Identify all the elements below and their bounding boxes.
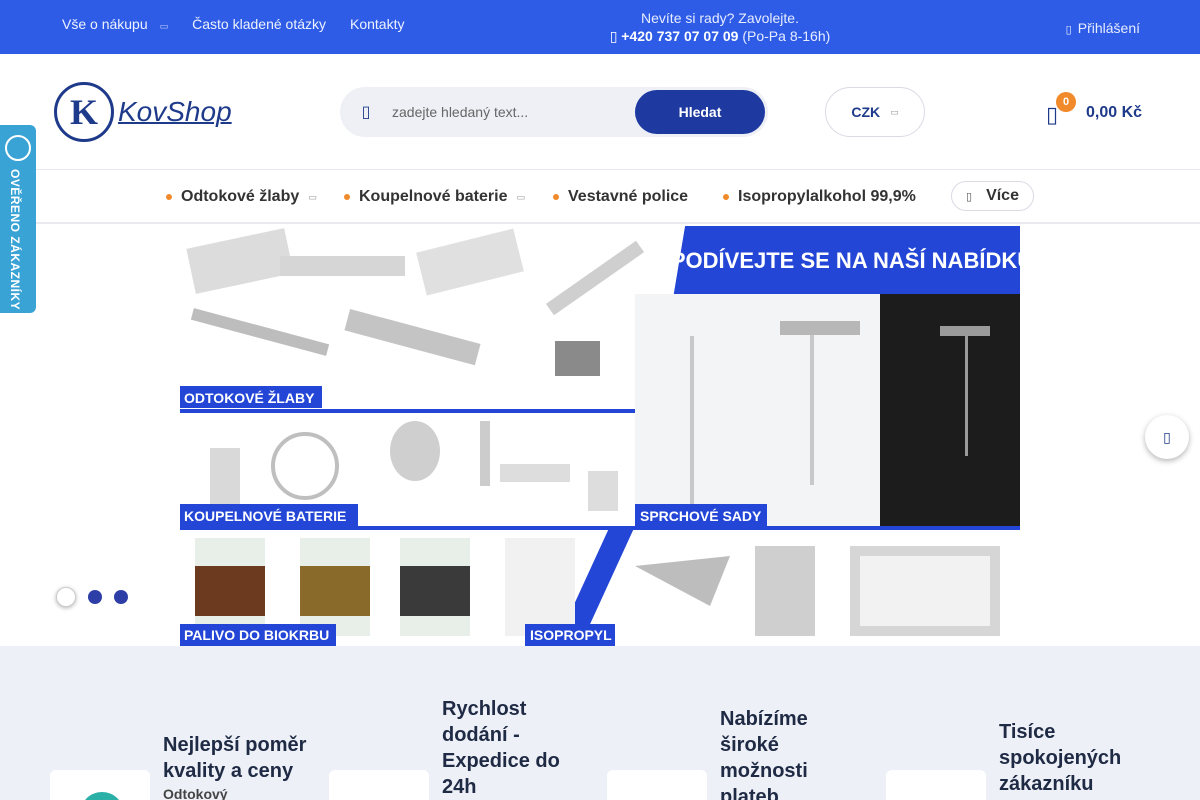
menu-item-label: Isopropylalkohol 99,9% [738, 188, 916, 205]
quality-icon [50, 770, 150, 800]
currency-select[interactable]: CZK ▭ [825, 87, 925, 137]
benefit-title: Tisíce spokojených zákazníku [999, 721, 1122, 795]
hero-banner: PODÍVEJTE SE NA NAŠÍ NABÍDKU ODTOKOVÉ ŽL… [0, 224, 1200, 646]
bullet-icon [553, 194, 559, 200]
cart-total: 0,00 Kč [1086, 104, 1143, 121]
help-question: Nevíte si rady? Zavolejte. [641, 10, 799, 26]
menu-item-label: Koupelnové baterie [359, 188, 508, 205]
chevron-right-icon: ▯ [1163, 428, 1171, 445]
slider-dot-1[interactable] [56, 587, 76, 607]
help-hours: (Po-Pa 8-16h) [742, 28, 831, 44]
banner-label-faucets: KOUPELNOVÉ BATERIE [184, 508, 346, 524]
help-phone[interactable]: +420 737 07 07 09 [621, 28, 738, 44]
menu-more-button[interactable]: ▯ Více [951, 181, 1034, 211]
search-button[interactable]: Hledat [635, 90, 765, 134]
payment-icon [607, 770, 707, 800]
top-nav-contacts[interactable]: Kontakty [350, 16, 404, 32]
menu-item-label: Vestavné police [568, 188, 689, 205]
menu-icon: ▯ [966, 190, 973, 203]
help-contact: Nevíte si rady? Zavolejte. ▯ +420 737 07… [560, 9, 880, 45]
bullet-icon [166, 194, 172, 200]
banner-label-biofuel: PALIVO DO BIOKRBU [184, 627, 329, 643]
bullet-icon [344, 194, 350, 200]
chevron-down-icon: ▭ [890, 106, 899, 117]
main-menu: Odtokové žlaby ▭ Koupelnové baterie ▭ Ve… [0, 170, 1200, 224]
search-icon: ▯ [361, 104, 371, 121]
cart-count-badge: 0 [1056, 92, 1076, 112]
cart-button[interactable]: ▯ 0 0,00 Kč [1046, 92, 1166, 132]
benefit-title: Nabízíme široké možnosti plateb [720, 708, 808, 800]
logo[interactable]: K KovShop [54, 82, 232, 142]
customers-icon [886, 770, 986, 800]
menu-item-drains[interactable]: Odtokové žlaby ▭ [166, 188, 317, 206]
currency-value: CZK [851, 104, 881, 120]
benefit-title: Rychlost dodání - Expedice do 24h [442, 698, 560, 798]
search-input[interactable] [392, 104, 635, 120]
slider-dot-3[interactable] [114, 590, 128, 604]
banner-image[interactable]: PODÍVEJTE SE NA NAŠÍ NABÍDKU ODTOKOVÉ ŽL… [180, 226, 1020, 646]
slider-next-button[interactable]: ▯ [1145, 415, 1189, 459]
chevron-down-icon: ▭ [159, 21, 169, 31]
menu-item-isopropyl[interactable]: Isopropylalkohol 99,9% [723, 188, 916, 206]
top-nav-faq[interactable]: Často kladené otázky [192, 16, 326, 32]
top-nav-shopping-info-label: Vše o nákupu [62, 16, 148, 32]
user-icon: ▯ [1065, 24, 1072, 36]
banner-headline: PODÍVEJTE SE NA NAŠÍ NABÍDKU [671, 248, 1020, 273]
phone-icon: ▯ [609, 28, 618, 44]
logo-mark: K [54, 82, 114, 142]
delivery-icon [329, 770, 429, 800]
top-bar: Vše o nákupu ▭ Často kladené otázky Konta… [0, 0, 1200, 54]
verified-customers-badge[interactable]: OVĚŘENO ZÁKAZNÍKY [0, 125, 36, 313]
menu-item-shelves[interactable]: Vestavné police [553, 188, 688, 206]
top-nav: Vše o nákupu ▭ Často kladené otázky Konta… [62, 16, 404, 32]
slider-dots [56, 587, 128, 607]
chevron-down-icon: ▭ [308, 191, 317, 202]
banner-label-drains: ODTOKOVÉ ŽLABY [184, 389, 315, 406]
benefit-subtitle: Odtokový žlaby z [163, 786, 228, 800]
seal-icon [5, 135, 31, 161]
bullet-icon [723, 194, 729, 200]
benefits-strip: Nejlepší poměr kvality a ceny Odtokový ž… [0, 646, 1200, 800]
verified-label: OVĚŘENO ZÁKAZNÍKY [8, 169, 22, 311]
logo-text: KovShop [118, 96, 232, 127]
menu-more-label: Více [986, 187, 1019, 204]
slider-dot-2[interactable] [88, 590, 102, 604]
login-label: Přihlášení [1077, 20, 1140, 36]
banner-label-shower-sets: SPRCHOVÉ SADY [640, 508, 762, 524]
site-header: K KovShop ▯ Hledat CZK ▭ ▯ 0 0,00 Kč [0, 54, 1200, 170]
chevron-down-icon: ▭ [516, 191, 525, 202]
search-bar: ▯ Hledat [340, 87, 768, 137]
benefit-title: Nejlepší poměr kvality a ceny [163, 734, 307, 782]
menu-item-faucets[interactable]: Koupelnové baterie ▭ [344, 188, 525, 206]
banner-label-isopropyl: ISOPROPYL [530, 627, 612, 643]
login-link[interactable]: ▯ Přihlášení [1066, 20, 1140, 36]
menu-item-label: Odtokové žlaby [181, 188, 300, 205]
top-nav-shopping-info[interactable]: Vše o nákupu ▭ [62, 16, 168, 32]
